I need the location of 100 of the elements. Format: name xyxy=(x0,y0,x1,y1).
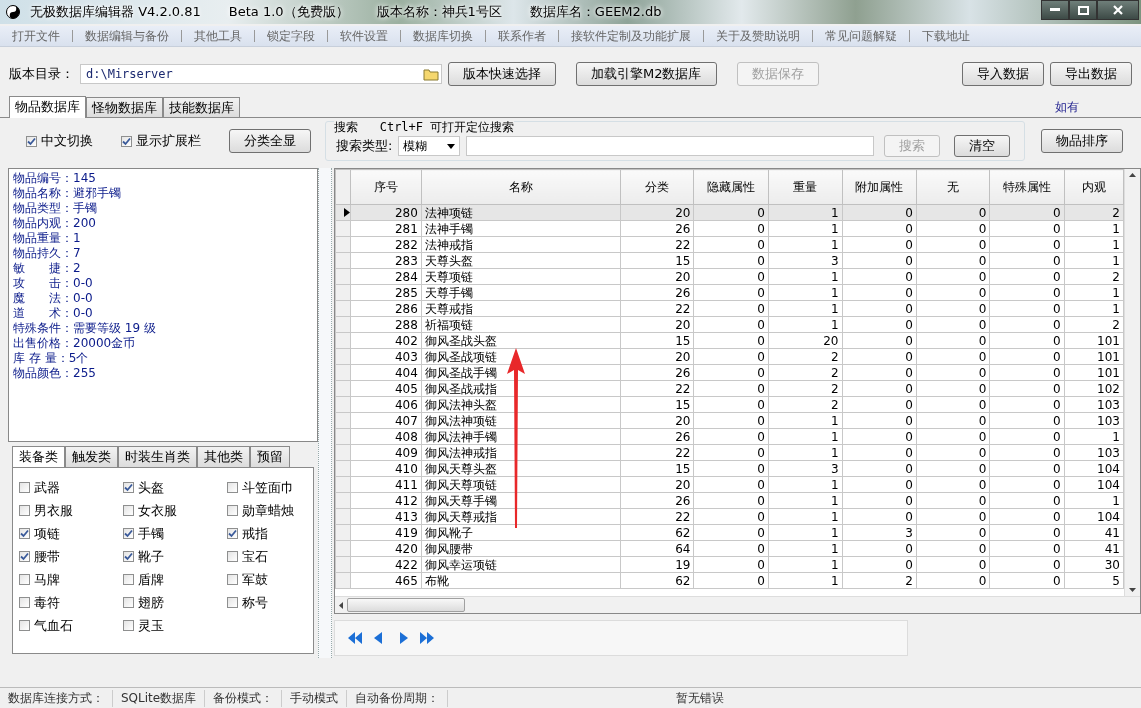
column-header[interactable]: 分类 xyxy=(620,169,694,205)
table-cell: 0 xyxy=(693,428,769,445)
column-header[interactable]: 无 xyxy=(916,169,990,205)
menu-item[interactable]: 锁定字段 xyxy=(255,30,328,42)
checkbox[interactable] xyxy=(19,620,30,631)
table-cell: 0 xyxy=(842,252,917,269)
table-cell: 天尊手镯 xyxy=(421,284,621,301)
status-text: 自动备份周期： xyxy=(347,689,449,707)
table-cell: 0 xyxy=(989,268,1065,285)
checkbox[interactable] xyxy=(227,505,238,516)
category-tab[interactable]: 装备类 xyxy=(12,446,65,467)
link[interactable]: 如有 xyxy=(1055,98,1079,116)
search-field[interactable] xyxy=(466,136,875,156)
menu-item[interactable]: 接软件定制及功能扩展 xyxy=(559,30,704,42)
table-cell: 1 xyxy=(768,284,842,301)
checkbox[interactable] xyxy=(123,551,134,562)
checkbox[interactable] xyxy=(26,135,37,147)
column-header[interactable]: 内观 xyxy=(1064,169,1124,205)
checkbox[interactable] xyxy=(123,597,134,608)
status-text: 暂无错误 xyxy=(675,689,726,707)
checkbox[interactable] xyxy=(19,597,30,608)
table-cell: 411 xyxy=(350,476,422,493)
menu-item[interactable]: 下载地址 xyxy=(910,30,982,42)
search-type-dropdown[interactable]: 模糊 xyxy=(398,136,461,156)
menu-item[interactable]: 联系作者 xyxy=(486,30,559,42)
checkbox[interactable] xyxy=(19,551,30,562)
table-cell: 420 xyxy=(350,540,422,557)
directory-field[interactable]: d:\Mirserver xyxy=(80,64,442,84)
tab[interactable]: 物品数据库 xyxy=(9,96,86,118)
category-tab[interactable]: 其他类 xyxy=(197,446,250,467)
menu-item[interactable]: 关于及赞助说明 xyxy=(704,30,813,42)
column-header[interactable]: 序号 xyxy=(350,169,422,205)
checkbox[interactable] xyxy=(19,574,30,585)
checkbox[interactable] xyxy=(123,482,134,493)
checkbox[interactable] xyxy=(123,505,134,516)
checkbox[interactable] xyxy=(123,574,134,585)
table-cell: 御风腰带 xyxy=(421,540,621,557)
table-cell: 413 xyxy=(350,508,422,525)
category-tab[interactable]: 时装生肖类 xyxy=(118,446,197,467)
item-info-line: 物品编号：145 xyxy=(13,171,97,186)
checkbox[interactable] xyxy=(19,505,30,516)
close-button[interactable] xyxy=(1097,0,1139,20)
search-group-title: 搜索 Ctrl+F 可打开定位搜索 xyxy=(334,119,515,136)
clear-button[interactable]: 清空 xyxy=(954,135,1011,157)
column-header[interactable]: 名称 xyxy=(421,169,621,205)
checkbox[interactable] xyxy=(121,135,132,147)
sort-button[interactable]: 物品排序 xyxy=(1041,129,1123,153)
window-title: 版本名称：神兵1号区 xyxy=(376,3,502,21)
menu-item[interactable]: 常见问题解疑 xyxy=(813,30,910,42)
checkbox-label: 气血石 xyxy=(34,616,73,635)
menu-item[interactable]: 其他工具 xyxy=(182,30,255,42)
table-cell: 天尊项链 xyxy=(421,268,621,285)
table-cell: 0 xyxy=(693,268,769,285)
minimize-button[interactable] xyxy=(1041,0,1069,20)
folder-icon[interactable] xyxy=(423,67,439,81)
category-tab[interactable]: 触发类 xyxy=(65,446,118,467)
show-all-button[interactable]: 分类全显 xyxy=(229,129,311,153)
checkbox[interactable] xyxy=(227,574,238,585)
table-cell: 0 xyxy=(989,524,1065,541)
table-cell: 0 xyxy=(842,380,917,397)
table-cell: 281 xyxy=(350,220,422,237)
toolbar-button[interactable]: 导入数据 xyxy=(962,62,1044,86)
menu-item[interactable]: 数据编辑与备份 xyxy=(73,30,182,42)
category-tab[interactable]: 预留 xyxy=(250,446,290,467)
checkbox[interactable] xyxy=(19,482,30,493)
checkbox[interactable] xyxy=(123,528,134,539)
first-page-icon[interactable] xyxy=(347,631,363,645)
checkbox[interactable] xyxy=(19,528,30,539)
menu-item[interactable]: 软件设置 xyxy=(328,30,401,42)
maximize-button[interactable] xyxy=(1069,0,1097,20)
horizontal-scrollbar[interactable] xyxy=(335,596,1140,613)
tab[interactable]: 技能数据库 xyxy=(163,97,240,117)
item-info-line: 攻 击：0-0 xyxy=(13,276,94,291)
column-header[interactable]: 重量 xyxy=(768,169,842,205)
checkbox[interactable] xyxy=(227,528,238,539)
toolbar-button[interactable]: 版本快速选择 xyxy=(448,62,556,86)
table-cell: 26 xyxy=(620,364,694,381)
vertical-scrollbar[interactable] xyxy=(1124,169,1140,596)
checkbox[interactable] xyxy=(123,620,134,631)
checkbox[interactable] xyxy=(227,482,238,493)
table-cell: 0 xyxy=(693,412,769,429)
close-icon xyxy=(1113,5,1123,15)
table-cell: 0 xyxy=(916,236,990,253)
menu-item[interactable]: 打开文件 xyxy=(0,30,73,42)
table-cell: 0 xyxy=(989,444,1065,461)
toolbar-button[interactable]: 导出数据 xyxy=(1050,62,1132,86)
tab[interactable]: 怪物数据库 xyxy=(86,97,163,117)
checkbox[interactable] xyxy=(227,597,238,608)
last-page-icon[interactable] xyxy=(419,631,435,645)
table-cell: 104 xyxy=(1064,476,1124,493)
menu-item[interactable]: 数据库切换 xyxy=(401,30,486,42)
checkbox-label: 马牌 xyxy=(34,570,60,589)
table-cell: 0 xyxy=(842,556,917,573)
checkbox[interactable] xyxy=(227,551,238,562)
column-header[interactable]: 隐藏属性 xyxy=(693,169,769,205)
column-header[interactable]: 特殊属性 xyxy=(989,169,1065,205)
table-cell: 0 xyxy=(842,284,917,301)
toolbar-button[interactable]: 加载引擎M2数据库 xyxy=(576,62,717,86)
directory-label: 版本目录： xyxy=(9,65,74,83)
column-header[interactable]: 附加属性 xyxy=(842,169,917,205)
